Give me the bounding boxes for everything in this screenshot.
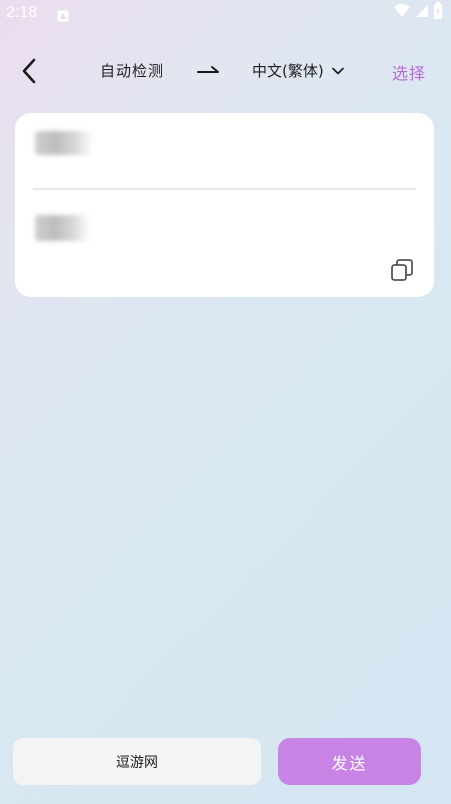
status-time: 2:18 [6, 4, 38, 21]
status-icons [393, 2, 443, 24]
divider [33, 188, 416, 190]
back-chevron-icon [22, 58, 36, 84]
target-language-selector[interactable]: 中文(繁体) [252, 60, 344, 81]
status-bar: 2:18 [0, 0, 451, 28]
translation-card [15, 113, 434, 297]
send-button[interactable]: 发送 [278, 738, 421, 785]
chevron-down-icon [331, 67, 344, 74]
source-language-selector[interactable]: 自动检测 [100, 60, 164, 81]
source-text-redacted [35, 131, 93, 155]
copy-icon [391, 259, 413, 281]
copy-button[interactable] [389, 257, 415, 283]
text-input-field[interactable]: 逗游网 [13, 738, 261, 785]
select-button[interactable]: 选择 [392, 60, 426, 84]
header-bar: 自动检测 中文(繁体) 选择 [0, 48, 451, 94]
notification-app-icon [57, 7, 69, 22]
translated-text-redacted [35, 215, 90, 241]
signal-icon [415, 3, 429, 23]
battery-icon [433, 2, 443, 24]
right-arrow-icon [196, 60, 222, 80]
wifi-icon [393, 3, 411, 23]
target-language-label: 中文(繁体) [252, 62, 324, 80]
back-button[interactable] [14, 56, 44, 86]
